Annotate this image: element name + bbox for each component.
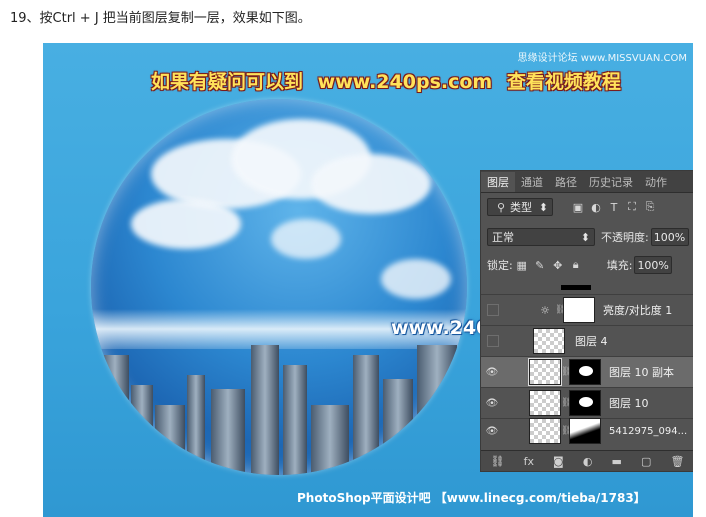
search-icon: ⚲ [496, 200, 506, 214]
panel-tabs: 图层 通道 路径 历史记录 动作 [481, 171, 693, 193]
tab-layers[interactable]: 图层 [481, 172, 515, 192]
fx-icon[interactable]: fx [524, 455, 534, 468]
layer-mask-thumbnail [569, 390, 601, 416]
folder-icon[interactable]: ▬ [612, 455, 622, 468]
lock-transparent-icon[interactable]: ▦ [515, 259, 529, 272]
banner-right: 查看视频教程 [506, 71, 621, 93]
eye-icon[interactable]: 👁︎ [481, 426, 503, 437]
tab-actions[interactable]: 动作 [639, 172, 673, 192]
layer-thumbnail [528, 358, 562, 386]
shape-filter-icon[interactable]: ⛶ [625, 200, 639, 214]
chevron-down-icon: ⬍ [538, 200, 548, 214]
watermark-top: 思缘设计论坛 www.MISSVUAN.COM [517, 53, 687, 64]
banner-url: www.240ps.com [317, 71, 493, 93]
eye-icon[interactable]: 👁︎ [481, 398, 503, 409]
layer-row[interactable]: 👁︎ ⛓ 5412975_094... [481, 418, 693, 444]
document-canvas: 思缘设计论坛 www.MISSVUAN.COM 如果有疑问可以到 www.240… [43, 43, 693, 517]
layer-thumbnail [529, 390, 561, 416]
panel-footer: ⛓ fx ◙ ◐ ▬ ▢ 🗑︎ [481, 450, 693, 471]
lock-move-icon[interactable]: ✥ [551, 259, 565, 272]
layer-mask-thumbnail [569, 418, 601, 444]
fill-field[interactable]: 100% [634, 256, 673, 274]
layer-thumbnail [529, 418, 561, 444]
layer-row[interactable]: 图层 4 [481, 325, 693, 356]
step-instruction: 19、按Ctrl + J 把当前图层复制一层，效果如下图。 [10, 11, 311, 26]
glass-sphere-image [91, 99, 467, 475]
opacity-field[interactable]: 100% [650, 228, 689, 246]
visibility-toggle[interactable] [487, 304, 499, 316]
smart-object-filter-icon[interactable]: ⎘ [643, 200, 657, 214]
lock-label: 锁定: [487, 259, 513, 272]
layer-mask-thumbnail [569, 359, 601, 385]
banner-left: 如果有疑问可以到 [151, 71, 304, 93]
link-icon: ⛓ [561, 398, 573, 408]
tab-paths[interactable]: 路径 [549, 172, 583, 192]
eye-icon[interactable]: 👁︎ [481, 367, 503, 378]
banner: 如果有疑问可以到 www.240ps.com 查看视频教程 [151, 67, 621, 94]
adjustment-icon[interactable]: ◐ [583, 455, 593, 468]
type-filter-icon[interactable]: T [607, 201, 621, 214]
tab-channels[interactable]: 通道 [515, 172, 549, 192]
blend-mode-select[interactable]: 正常 ⬍ [487, 228, 595, 246]
layers-panel: 图层 通道 路径 历史记录 动作 ⚲ 类型 ⬍ ▣ ◐ T ⛶ ⎘ 正常 ⬍ 不… [480, 170, 693, 472]
mask-icon[interactable]: ◙ [553, 455, 564, 468]
layer-row[interactable]: ☼ ⛓ 亮度/对比度 1 [481, 294, 693, 325]
scroll-indicator [561, 285, 591, 290]
filter-kind-select[interactable]: ⚲ 类型 ⬍ [487, 198, 553, 216]
link-icon: ⛓ [555, 305, 567, 315]
chevron-down-icon: ⬍ [580, 230, 590, 244]
opacity-label: 不透明度: [601, 231, 649, 244]
watermark-bottom: PhotoShop平面设计吧 【www.linecg.com/tieba/178… [297, 491, 646, 505]
new-layer-icon[interactable]: ▢ [641, 455, 651, 468]
image-filter-icon[interactable]: ▣ [571, 201, 585, 214]
lock-paint-icon[interactable]: ✎ [533, 259, 547, 272]
tab-history[interactable]: 历史记录 [583, 172, 639, 192]
adjustment-icon: ☼ [540, 303, 550, 317]
visibility-toggle[interactable] [487, 335, 499, 347]
adjustment-filter-icon[interactable]: ◐ [589, 201, 603, 214]
lock-all-icon[interactable]: 🔒︎ [569, 258, 583, 272]
layer-thumbnail [533, 328, 565, 354]
layer-mask-thumbnail [563, 297, 595, 323]
layer-row[interactable]: 👁︎ ⛓ 图层 10 [481, 387, 693, 418]
link-icon[interactable]: ⛓ [491, 455, 505, 468]
fill-label: 填充: [606, 259, 633, 272]
link-icon: ⛓ [561, 367, 573, 377]
layer-row-selected[interactable]: 👁︎ ⛓ 图层 10 副本 [481, 356, 693, 387]
link-icon: ⛓ [561, 426, 573, 436]
trash-icon[interactable]: 🗑︎ [670, 455, 684, 468]
